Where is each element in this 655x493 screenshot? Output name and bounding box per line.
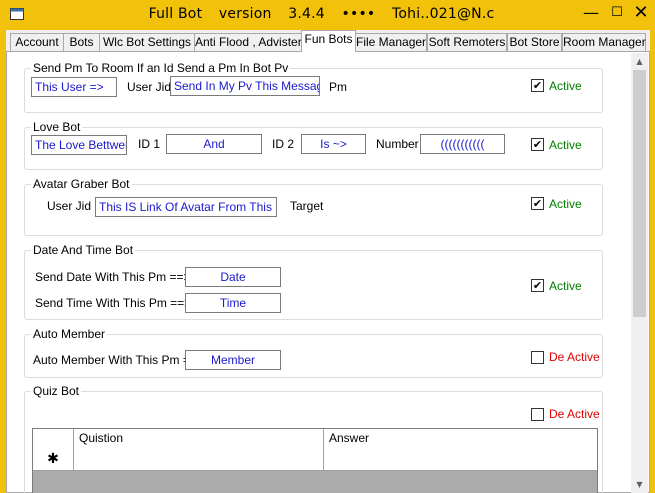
- title-bar: Full Bot version 3.4.4 •••• Tohi..021@N.…: [0, 0, 655, 30]
- answer-cell[interactable]: [324, 449, 597, 471]
- close-button[interactable]: ✕: [627, 0, 655, 26]
- this-user-field[interactable]: This User =>: [31, 77, 117, 97]
- active-label: Active: [549, 197, 582, 211]
- tab-bots[interactable]: Bots: [63, 33, 100, 51]
- auto-member-group: Auto Member Auto Member With This Pm ==>…: [24, 327, 603, 378]
- quiz-grid[interactable]: Quistion Answer ✱: [32, 428, 598, 493]
- date-label: Send Date With This Pm ==>: [35, 270, 191, 284]
- tab-soft-remoters[interactable]: Soft Remoters: [427, 33, 507, 51]
- check-icon: ✔: [532, 279, 543, 292]
- and-field[interactable]: And: [166, 134, 262, 154]
- deactive-label: De Active: [549, 407, 600, 421]
- target-label: Target: [290, 199, 324, 213]
- question-cell[interactable]: [74, 449, 324, 471]
- scroll-down-icon[interactable]: ▼: [631, 476, 648, 493]
- user-jid-label: User Jid: [47, 199, 92, 213]
- tab-file-manager[interactable]: File Manager: [355, 33, 427, 51]
- table-row[interactable]: ✱: [33, 449, 597, 471]
- check-icon: ✔: [532, 197, 543, 210]
- is-field[interactable]: Is ~>: [301, 134, 366, 154]
- active-checkbox[interactable]: ✔: [531, 138, 544, 151]
- id2-label: ID 2: [272, 137, 295, 151]
- group-title: Avatar Graber Bot: [31, 177, 132, 191]
- tab-bot-store[interactable]: Bot Store: [507, 33, 562, 51]
- window-title: Full Bot version 3.4.4 •••• Tohi..021@N.…: [148, 6, 495, 22]
- avatar-graber-group: Avatar Graber Bot User Jid This IS Link …: [24, 177, 603, 236]
- minimize-button[interactable]: —: [577, 0, 605, 26]
- scroll-up-icon[interactable]: ▲: [631, 53, 648, 70]
- fun-bots-panel: Send Pm To Room If an Id Send a Pm In Bo…: [6, 51, 650, 493]
- date-time-group: Date And Time Bot Send Date With This Pm…: [24, 243, 603, 320]
- tab-strip: Account Bots Wlc Bot Settings Anti Flood…: [6, 30, 650, 52]
- window-client: Account Bots Wlc Bot Settings Anti Flood…: [6, 30, 650, 493]
- member-field[interactable]: Member: [185, 350, 281, 370]
- active-label: Active: [549, 279, 582, 293]
- row-header-corner: [33, 429, 74, 449]
- group-title: Auto Member: [31, 327, 108, 341]
- user-jid-label: User Jid: [127, 80, 172, 94]
- active-label: Active: [549, 79, 582, 93]
- active-checkbox[interactable]: ✔: [531, 79, 544, 92]
- vertical-scrollbar[interactable]: ▲ ▼: [631, 53, 648, 493]
- pm-label: Pm: [329, 80, 347, 94]
- group-title: Love Bot: [31, 120, 83, 134]
- love-bot-group: Love Bot The Love Bettwen ID 1 And ID 2 …: [24, 120, 603, 170]
- scroll-thumb[interactable]: [633, 70, 646, 317]
- deactive-label: De Active: [549, 350, 600, 364]
- tab-anti-flood[interactable]: Anti Flood , Advister: [194, 33, 302, 51]
- active-label: Active: [549, 138, 582, 152]
- message-field[interactable]: Send In My Pv This Message: [170, 76, 320, 96]
- send-pm-group: Send Pm To Room If an Id Send a Pm In Bo…: [24, 61, 603, 113]
- number-label: Number: [376, 137, 419, 151]
- check-icon: ✔: [532, 138, 543, 151]
- auto-member-label: Auto Member With This Pm ==>: [33, 353, 204, 367]
- id1-label: ID 1: [138, 137, 161, 151]
- check-icon: ✔: [532, 79, 543, 92]
- deactive-checkbox[interactable]: [531, 408, 544, 421]
- deactive-checkbox[interactable]: [531, 351, 544, 364]
- tab-fun-bots[interactable]: Fun Bots: [301, 30, 356, 52]
- avatar-link-field[interactable]: This IS Link Of Avatar From This Id ~: [95, 197, 277, 217]
- new-row-icon: ✱: [33, 449, 74, 471]
- group-title: Send Pm To Room If an Id Send a Pm In Bo…: [31, 61, 291, 75]
- answer-column-header[interactable]: Answer: [324, 429, 597, 449]
- time-field[interactable]: Time: [185, 293, 281, 313]
- number-field[interactable]: (((((((((((: [420, 134, 505, 154]
- question-column-header[interactable]: Quistion: [74, 429, 324, 449]
- tab-room-manager[interactable]: Room Manager: [562, 33, 646, 51]
- active-checkbox[interactable]: ✔: [531, 197, 544, 210]
- group-title: Date And Time Bot: [31, 243, 136, 257]
- time-label: Send Time With This Pm ==>: [35, 296, 192, 310]
- group-title: Quiz Bot: [31, 384, 82, 398]
- grid-header: Quistion Answer: [33, 429, 597, 449]
- tab-account[interactable]: Account: [10, 33, 64, 51]
- date-field[interactable]: Date: [185, 267, 281, 287]
- active-checkbox[interactable]: ✔: [531, 279, 544, 292]
- love-text-field[interactable]: The Love Bettwen: [31, 135, 127, 155]
- tab-wlc-bot-settings[interactable]: Wlc Bot Settings: [99, 33, 195, 51]
